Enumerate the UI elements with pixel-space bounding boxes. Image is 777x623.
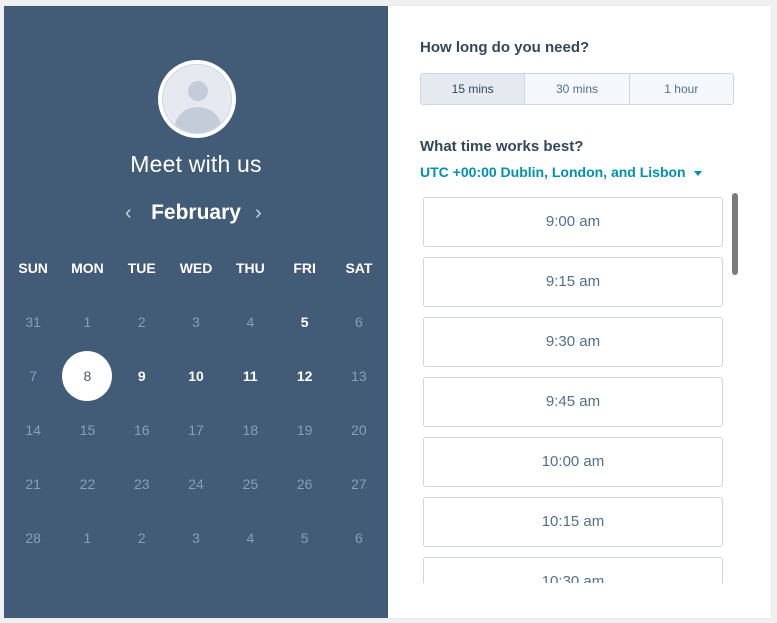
month-navigation: ‹ February › xyxy=(4,200,388,228)
time-slot-button[interactable]: 10:00 am xyxy=(423,437,723,487)
duration-option-1[interactable]: 30 mins xyxy=(524,74,629,104)
timezone-dropdown[interactable]: UTC +00:00 Dublin, London, and Lisbon xyxy=(420,164,702,180)
avatar xyxy=(158,60,236,138)
duration-option-2[interactable]: 1 hour xyxy=(628,74,733,104)
calendar-day: 13 xyxy=(351,368,367,384)
calendar-day: 25 xyxy=(242,476,259,492)
calendar-day[interactable]: 10 xyxy=(169,366,223,386)
calendar-day: 7 xyxy=(29,368,38,384)
time-slot-button[interactable]: 9:45 am xyxy=(423,377,723,427)
calendar-day: 18 xyxy=(242,422,259,438)
calendar-day: 3 xyxy=(192,530,200,546)
month-label: February xyxy=(151,201,241,224)
next-month-icon[interactable]: › xyxy=(255,200,262,226)
user-placeholder-icon xyxy=(162,64,232,134)
time-list-scrollbar[interactable] xyxy=(732,193,738,275)
time-slot-button[interactable]: 9:15 am xyxy=(423,257,723,307)
caret-down-icon xyxy=(693,170,702,176)
calendar-day[interactable]: 9 xyxy=(115,366,169,386)
calendar-day: 31 xyxy=(25,314,41,330)
booking-panel: How long do you need? 15 mins 30 mins 1 ho… xyxy=(388,6,771,618)
calendar-day: 22 xyxy=(79,476,96,492)
time-slot-button[interactable]: 9:30 am xyxy=(423,317,723,367)
weekday-label: SAT xyxy=(345,260,373,276)
calendar-day: 27 xyxy=(351,476,367,492)
timezone-label: UTC +00:00 Dublin, London, and Lisbon xyxy=(420,164,686,180)
calendar-day: 2 xyxy=(137,314,146,330)
calendar-day: 16 xyxy=(133,422,150,438)
time-slot-list: 9:00 am 9:15 am 9:30 am 9:45 am 10:00 am 10:1… xyxy=(423,197,723,583)
weekday-label: FRI xyxy=(293,260,316,276)
weekday-label: TUE xyxy=(127,260,156,276)
time-question: What time works best? xyxy=(420,138,584,155)
weekday-header: SUN MON TUE WED THU FRI SAT xyxy=(6,258,386,278)
calendar-day: 6 xyxy=(355,314,363,330)
calendar-week: 14 15 16 17 18 19 20 xyxy=(6,420,386,440)
calendar-day: 4 xyxy=(246,314,255,330)
duration-selector: 15 mins 30 mins 1 hour xyxy=(420,73,734,105)
duration-question: How long do you need? xyxy=(420,39,590,56)
calendar-day: 4 xyxy=(246,530,255,546)
calendar-week: 31 1 2 3 4 5 6 xyxy=(6,312,386,332)
time-slot-button[interactable]: 10:15 am xyxy=(423,497,723,547)
calendar-week: 7 8 9 10 11 12 13 xyxy=(6,351,386,401)
calendar-day: 14 xyxy=(25,422,41,438)
calendar-day: 17 xyxy=(188,422,204,438)
calendar-day: 28 xyxy=(25,530,41,546)
weekday-label: MON xyxy=(71,260,104,276)
meeting-scheduler: Meet with us ‹ February › SUN MON TUE WED TH… xyxy=(4,6,771,618)
calendar-day: 26 xyxy=(296,476,313,492)
calendar-grid: SUN MON TUE WED THU FRI SAT 31 1 2 3 4 5 6 7 8 9 10 11 12 1… xyxy=(6,258,386,548)
duration-option-0[interactable]: 15 mins xyxy=(421,74,525,104)
time-slot-button[interactable]: 10:30 am xyxy=(423,557,723,583)
calendar-day: 24 xyxy=(188,476,204,492)
calendar-day: 1 xyxy=(83,530,92,546)
calendar-day: 6 xyxy=(355,530,363,546)
calendar-day[interactable]: 11 xyxy=(223,366,277,386)
calendar-day: 15 xyxy=(79,422,96,438)
calendar-day: 5 xyxy=(300,530,309,546)
calendar-week: 28 1 2 3 4 5 6 xyxy=(6,528,386,548)
calendar-panel: Meet with us ‹ February › SUN MON TUE WED TH… xyxy=(4,6,388,618)
calendar-day: 23 xyxy=(133,476,150,492)
weekday-label: WED xyxy=(179,260,213,276)
weekday-label: SUN xyxy=(18,260,48,276)
calendar-day: 2 xyxy=(137,530,146,546)
calendar-day: 19 xyxy=(296,422,313,438)
calendar-day: 20 xyxy=(351,422,367,438)
calendar-day: 3 xyxy=(192,314,200,330)
calendar-day-selected[interactable]: 8 xyxy=(60,351,114,401)
calendar-day: 1 xyxy=(83,314,92,330)
weekday-label: THU xyxy=(235,260,265,276)
calendar-day[interactable]: 12 xyxy=(277,366,331,386)
calendar-week: 21 22 23 24 25 26 27 xyxy=(6,474,386,494)
meet-title: Meet with us xyxy=(130,151,262,177)
calendar-day[interactable]: 5 xyxy=(277,312,331,332)
calendar-day: 21 xyxy=(25,476,41,492)
prev-month-icon[interactable]: ‹ xyxy=(125,200,132,226)
time-slot-button[interactable]: 9:00 am xyxy=(423,197,723,247)
